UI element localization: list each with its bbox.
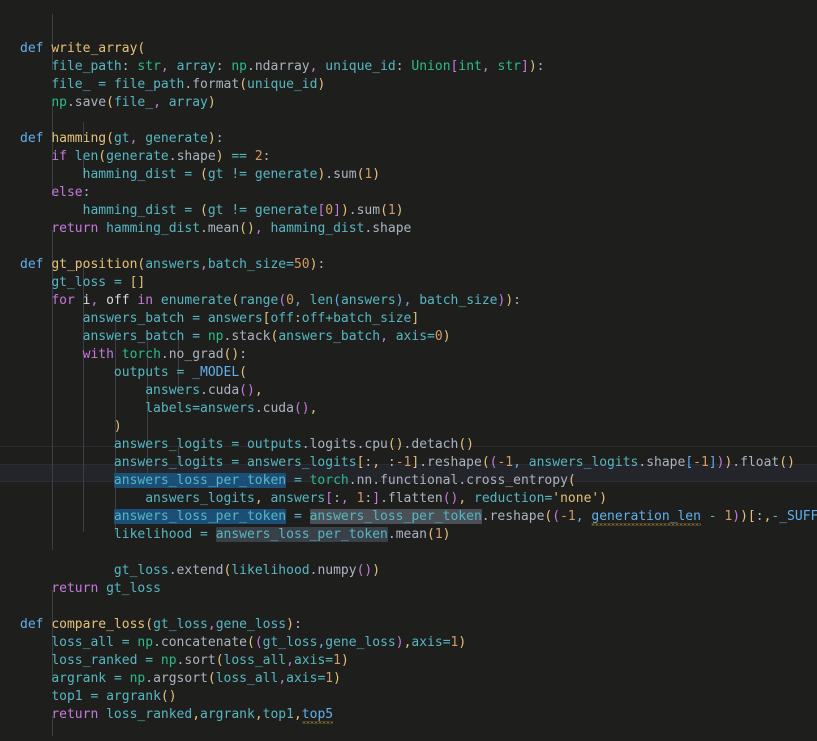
code-line[interactable]: answers_logits, answers[:, 1:].flatten()… [0, 454, 817, 506]
code-line[interactable]: answers_loss_per_token = answers_loss_pe… [0, 472, 817, 524]
code-line[interactable]: if len(generate.shape) == 2: [0, 112, 817, 164]
code-line[interactable]: ) [0, 382, 817, 434]
code-line[interactable]: def write_array( [0, 4, 817, 56]
code-line[interactable]: def gt_position(answers,batch_size=50): [0, 220, 817, 272]
code-line[interactable]: argrank = np.argsort(loss_all,axis=1) [0, 634, 817, 686]
code-line[interactable]: with torch.no_grad(): [0, 310, 817, 362]
code-line[interactable]: answers_loss_per_token = torch.nn.functi… [0, 436, 817, 488]
code-line[interactable]: def hamming(gt, generate): [0, 94, 817, 146]
code-line[interactable]: else: [0, 148, 817, 200]
code-line[interactable]: top1 = argrank() [0, 652, 817, 704]
code-line[interactable]: gt_loss.extend(likelihood.numpy()) [0, 526, 817, 578]
code-line[interactable]: answers.cuda(), [0, 346, 817, 398]
code-line[interactable]: hamming_dist = (gt != generate).sum(1) [0, 130, 817, 182]
code-line[interactable]: def compare_loss(gt_loss,gene_loss): [0, 580, 817, 632]
code-surface[interactable]: def write_array( file_path: str, array: … [0, 0, 817, 741]
code-line[interactable]: file_path: str, array: np.ndarray, uniqu… [0, 22, 817, 74]
code-line[interactable]: return [0, 724, 817, 741]
code-line[interactable]: hamming_dist = (gt != generate[0]).sum(1… [0, 166, 817, 218]
code-line[interactable]: np.save(file_, array) [0, 58, 817, 110]
code-line[interactable]: for i, off in enumerate(range(0, len(ans… [0, 256, 817, 308]
code-line[interactable]: answers_batch = answers[off:off+batch_si… [0, 274, 817, 326]
code-line[interactable]: answers_logits = answers_logits[:, :-1].… [0, 418, 817, 470]
code-line[interactable]: return loss_ranked,argrank,top1,top5 [0, 670, 817, 722]
code-line[interactable]: gt_loss = [] [0, 238, 817, 290]
code-line[interactable]: labels=answers.cuda(), [0, 364, 817, 416]
code-line[interactable]: outputs = _MODEL( [0, 328, 817, 380]
code-line[interactable]: return gt_loss [0, 544, 817, 596]
code-line[interactable]: likelihood = answers_loss_per_token.mean… [0, 490, 817, 542]
code-line[interactable]: answers_logits = outputs.logits.cpu().de… [0, 400, 817, 452]
code-line[interactable]: file_ = file_path.format(unique_id) [0, 40, 817, 92]
code-line[interactable]: answers_batch = np.stack(answers_batch, … [0, 292, 817, 344]
code-line[interactable]: loss_all = np.concatenate((gt_loss,gene_… [0, 598, 817, 650]
code-line[interactable]: loss_ranked = np.sort(loss_all,axis=1) [0, 616, 817, 668]
code-line[interactable]: def plot_hist(loss): [0, 706, 817, 724]
code-editor[interactable]: def write_array( file_path: str, array: … [0, 0, 817, 741]
code-line[interactable]: return hamming_dist.mean(), hamming_dist… [0, 184, 817, 236]
